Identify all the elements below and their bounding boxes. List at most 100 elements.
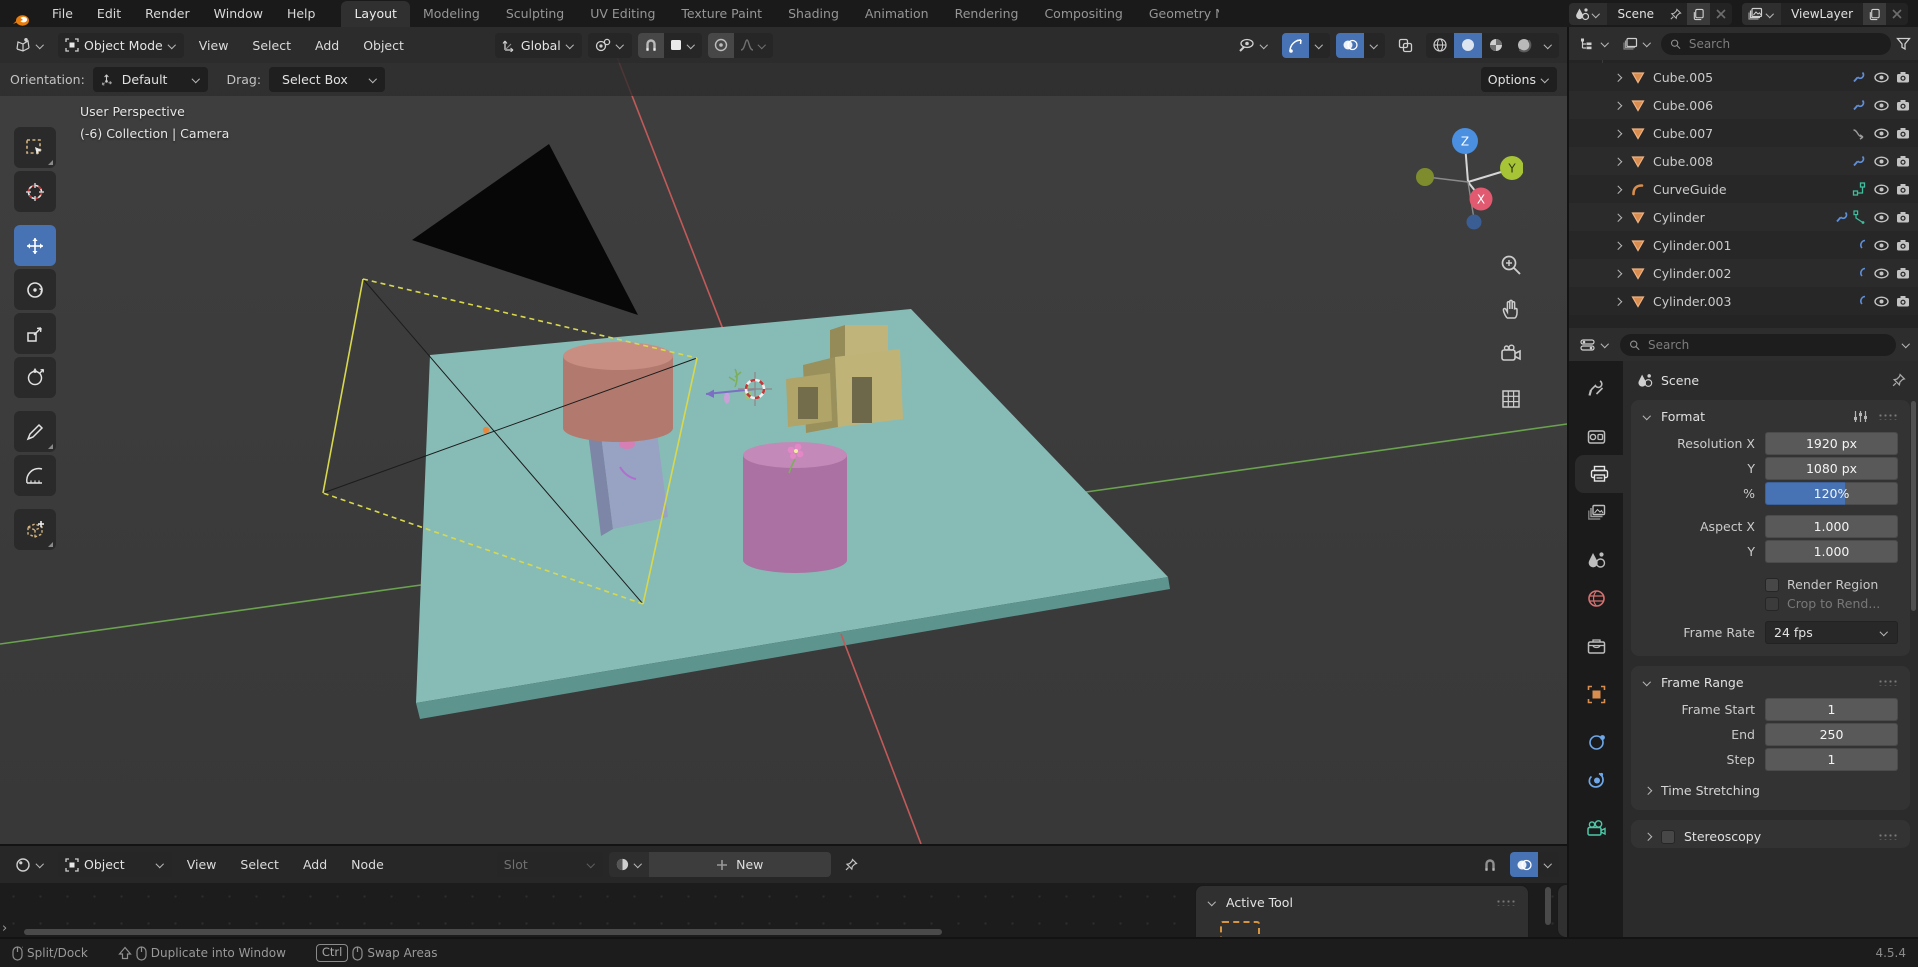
modifier-wrench-partial-icon[interactable] xyxy=(1858,267,1866,279)
active-tool-collapse[interactable] xyxy=(1208,898,1217,907)
format-title[interactable]: Format xyxy=(1661,409,1705,424)
material-browse-button[interactable] xyxy=(608,852,649,877)
menu-window[interactable]: Window xyxy=(202,0,275,27)
hide-eye-icon[interactable] xyxy=(1874,99,1889,111)
object-name[interactable]: CurveGuide xyxy=(1653,182,1810,197)
blender-logo-icon[interactable] xyxy=(0,12,40,27)
viewport-menu-object[interactable]: Object xyxy=(354,38,413,53)
toggle-ortho-button[interactable] xyxy=(1496,387,1526,411)
outliner-row-cylinder002[interactable]: Cylinder.002 xyxy=(1569,259,1918,287)
hide-eye-icon[interactable] xyxy=(1874,239,1889,251)
editor-type-button[interactable] xyxy=(8,33,52,58)
hide-eye-icon[interactable] xyxy=(1874,155,1889,167)
drag-mode-dropdown[interactable]: Select Box xyxy=(269,67,385,92)
outliner-row-curveguide[interactable]: CurveGuide xyxy=(1569,175,1918,203)
viewport-3d[interactable]: Object Mode View Select Add Object Globa… xyxy=(0,27,1567,844)
region-expand-arrow[interactable]: › xyxy=(2,921,7,936)
time-stretching-label[interactable]: Time Stretching xyxy=(1661,783,1760,798)
panel-grip[interactable] xyxy=(1878,679,1898,686)
gizmo-axis-neg-z[interactable] xyxy=(1466,214,1482,230)
tab-render[interactable] xyxy=(1569,417,1623,455)
view-layer-name[interactable]: ViewLayer xyxy=(1781,7,1863,21)
properties-search-input[interactable] xyxy=(1646,336,1887,353)
tab-physics[interactable] xyxy=(1569,723,1623,761)
shading-wireframe-button[interactable] xyxy=(1426,33,1454,58)
stereoscopy-checkbox[interactable] xyxy=(1661,829,1675,844)
tab-constraints[interactable] xyxy=(1569,761,1623,799)
panel-grip[interactable] xyxy=(1878,833,1898,840)
viewport-menu-view[interactable]: View xyxy=(190,38,238,53)
outliner-filter-mode-button[interactable] xyxy=(1619,31,1656,56)
modifier-wrench-icon[interactable] xyxy=(1852,155,1866,168)
frame-end-field[interactable]: 250 xyxy=(1765,723,1898,746)
tab-view-layer[interactable] xyxy=(1569,493,1623,531)
tab-texture-paint[interactable]: Texture Paint xyxy=(668,1,775,27)
view-layer-copy-button[interactable] xyxy=(1863,3,1886,25)
view-layer-browse-button[interactable] xyxy=(1742,3,1782,25)
menu-help[interactable]: Help xyxy=(275,0,328,27)
object-name[interactable]: Cylinder.001 xyxy=(1653,238,1810,253)
tab-sculpting[interactable]: Sculpting xyxy=(493,1,577,27)
pin-button[interactable] xyxy=(837,852,865,877)
viewport-scene[interactable] xyxy=(0,27,1567,844)
gizmos-dropdown[interactable] xyxy=(1309,33,1330,58)
snap-mode-button[interactable] xyxy=(664,33,702,58)
options-dropdown[interactable]: Options xyxy=(1480,67,1557,92)
shading-rendered-button[interactable] xyxy=(1510,33,1538,58)
snap-target-selector[interactable] xyxy=(587,32,632,58)
flower-object[interactable] xyxy=(794,449,798,453)
view-layer-remove-button[interactable] xyxy=(1886,3,1908,25)
properties-options-dropdown[interactable] xyxy=(1902,340,1911,349)
object-name[interactable]: Cube.005 xyxy=(1653,70,1810,85)
hide-eye-icon[interactable] xyxy=(1874,267,1889,279)
show-overlays-toggle[interactable] xyxy=(1336,32,1364,58)
geometry-nodes-icon[interactable] xyxy=(1852,182,1866,196)
hide-eye-icon[interactable] xyxy=(1874,71,1889,83)
tab-shading[interactable]: Shading xyxy=(775,1,852,27)
modifier-wrench-partial-icon[interactable] xyxy=(1858,239,1866,251)
tab-world[interactable] xyxy=(1569,579,1623,617)
tool-rotate[interactable] xyxy=(14,269,56,310)
outliner-row-cylinder001[interactable]: Cylinder.001 xyxy=(1569,231,1918,259)
tab-object[interactable] xyxy=(1569,675,1623,713)
tab-animation[interactable]: Animation xyxy=(852,1,942,27)
shader-editor-canvas[interactable]: Active Tool › xyxy=(0,883,1567,937)
frame-start-field[interactable]: 1 xyxy=(1765,698,1898,721)
node-snap-toggle[interactable] xyxy=(1476,852,1504,877)
object-name[interactable]: Cube.008 xyxy=(1653,154,1810,169)
panel-grip[interactable] xyxy=(1878,413,1898,420)
transform-orientation-selector[interactable]: Global xyxy=(494,32,582,58)
frame-range-title[interactable]: Frame Range xyxy=(1661,675,1744,690)
proportional-falloff-button[interactable] xyxy=(734,33,773,58)
modifier-wrench-icon[interactable] xyxy=(1852,71,1866,84)
outliner-search-input[interactable] xyxy=(1686,35,1882,52)
node-menu-node[interactable]: Node xyxy=(342,857,393,872)
viewport-menu-add[interactable]: Add xyxy=(306,38,348,53)
hide-eye-icon[interactable] xyxy=(1874,295,1889,307)
shader-editor[interactable]: Object View Select Add Node Slot New Act… xyxy=(0,844,1567,937)
salmon-cylinder-top[interactable] xyxy=(563,342,673,370)
tool-annotate[interactable] xyxy=(14,411,56,452)
stereoscopy-title[interactable]: Stereoscopy xyxy=(1684,829,1761,844)
properties-pin-button[interactable] xyxy=(1891,373,1906,388)
disable-render-icon[interactable] xyxy=(1896,71,1910,83)
outliner-row-cylinder003[interactable]: Cylinder.003 xyxy=(1569,287,1918,315)
outliner-display-mode-button[interactable] xyxy=(1576,31,1614,56)
tool-select-box[interactable] xyxy=(14,127,56,168)
panel-grip[interactable] xyxy=(1496,899,1516,906)
slot-dropdown[interactable]: Slot xyxy=(496,852,603,877)
scene-copy-button[interactable] xyxy=(1687,3,1711,25)
object-name[interactable]: Cylinder.003 xyxy=(1653,294,1810,309)
node-editor-type-button[interactable] xyxy=(8,852,52,877)
expand-icon[interactable] xyxy=(1613,73,1622,82)
outliner-row-cube008[interactable]: Cube.008 xyxy=(1569,147,1918,175)
node-menu-select[interactable]: Select xyxy=(231,857,288,872)
disable-render-icon[interactable] xyxy=(1896,99,1910,111)
object-name[interactable]: Cube.006 xyxy=(1653,98,1810,113)
tab-scene[interactable] xyxy=(1569,541,1623,579)
menu-file[interactable]: File xyxy=(40,0,85,27)
node-vertical-scrollbar[interactable] xyxy=(1545,887,1551,925)
proportional-editing-toggle[interactable] xyxy=(707,32,734,58)
shader-type-selector[interactable]: Object xyxy=(58,852,172,877)
mode-selector[interactable]: Object Mode xyxy=(58,32,184,58)
